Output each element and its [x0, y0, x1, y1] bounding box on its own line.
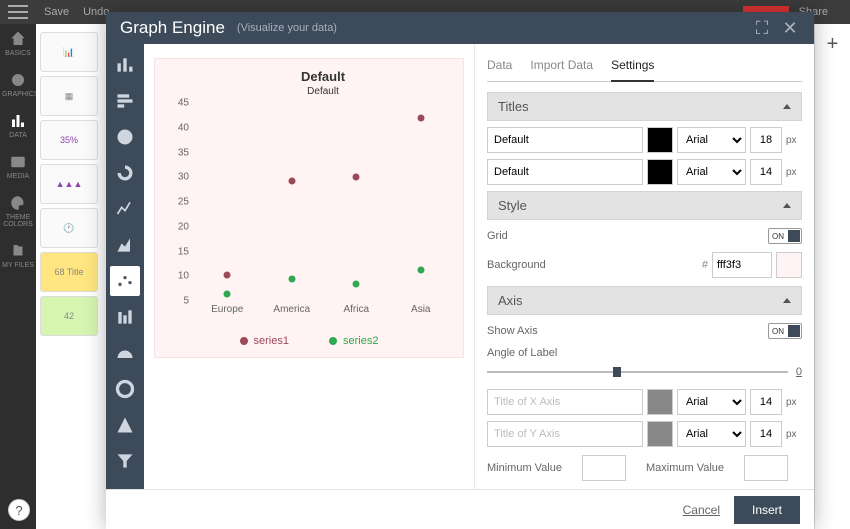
chart-type-donut-icon[interactable]: [110, 158, 140, 188]
right-addbar: +: [814, 24, 850, 529]
chart-type-stacked-icon[interactable]: [110, 302, 140, 332]
subtitle-input[interactable]: [487, 159, 643, 185]
nav-graphics[interactable]: GRAPHICS: [2, 71, 34, 98]
subtitle-font-select[interactable]: Arial: [677, 159, 746, 185]
subtitle-size-input[interactable]: [750, 159, 782, 185]
gallery-item[interactable]: ▦: [40, 76, 98, 116]
chart-type-halfdonut-icon[interactable]: [110, 338, 140, 368]
chart-title: Default: [195, 69, 451, 84]
show-axis-label: Show Axis: [487, 325, 538, 337]
hamburger-icon[interactable]: [8, 5, 28, 19]
tab-data[interactable]: Data: [487, 54, 512, 81]
nav-theme-colors[interactable]: THEME COLORS: [2, 194, 34, 228]
chevron-up-icon: [783, 104, 791, 109]
nav-data[interactable]: DATA: [2, 112, 34, 139]
chart-gallery: 📊 ▦ 35% ▲▲▲ 🕐 68 Title 42: [36, 24, 106, 529]
y-axis-size-input[interactable]: [750, 421, 782, 447]
min-value-input[interactable]: [582, 455, 626, 481]
px-label: px: [786, 429, 802, 440]
angle-value: 0: [796, 366, 802, 378]
add-button[interactable]: +: [819, 30, 847, 58]
modal-title: Graph Engine: [120, 18, 225, 38]
max-value-input[interactable]: [744, 455, 788, 481]
section-style[interactable]: Style: [487, 191, 802, 220]
px-label: px: [786, 397, 802, 408]
y-axis-title-input[interactable]: [487, 421, 643, 447]
settings-tabs: Data Import Data Settings: [487, 54, 802, 82]
tab-import-data[interactable]: Import Data: [530, 54, 593, 81]
expand-icon[interactable]: ⛶: [752, 18, 772, 38]
title-input[interactable]: [487, 127, 643, 153]
help-button[interactable]: ?: [8, 499, 30, 521]
chevron-up-icon: [783, 203, 791, 208]
chart-type-funnel-icon[interactable]: [110, 446, 140, 476]
show-axis-toggle[interactable]: ON: [768, 323, 802, 339]
chart-type-pie-icon[interactable]: [110, 122, 140, 152]
modal-header: Graph Engine (Visualize your data) ⛶ ✕: [106, 12, 814, 44]
nav-my-files[interactable]: MY FILES: [2, 242, 34, 269]
chart-type-hbar-icon[interactable]: [110, 86, 140, 116]
close-icon[interactable]: ✕: [780, 18, 800, 38]
angle-label: Angle of Label: [487, 347, 802, 359]
chart-subtitle: Default: [195, 86, 451, 97]
left-nav: BASICS GRAPHICS DATA MEDIA THEME COLORS …: [0, 24, 36, 529]
title-color-picker[interactable]: [647, 127, 673, 153]
subtitle-color-picker[interactable]: [647, 159, 673, 185]
chart-legend: series1series2: [155, 335, 463, 347]
section-titles[interactable]: Titles: [487, 92, 802, 121]
title-size-input[interactable]: [750, 127, 782, 153]
angle-slider[interactable]: [487, 365, 788, 379]
chart-type-scatter-icon[interactable]: [110, 266, 140, 296]
grid-toggle[interactable]: ON: [768, 228, 802, 244]
gallery-item[interactable]: 🕐: [40, 208, 98, 248]
chart-type-column: [106, 44, 144, 489]
max-value-label: Maximum Value: [646, 462, 724, 474]
gallery-item[interactable]: ▲▲▲: [40, 164, 98, 204]
chevron-up-icon: [783, 298, 791, 303]
grid-label: Grid: [487, 230, 508, 242]
cancel-button[interactable]: Cancel: [683, 503, 720, 517]
nav-basics[interactable]: BASICS: [2, 30, 34, 57]
chart-type-pyramid-icon[interactable]: [110, 410, 140, 440]
graph-engine-modal: Graph Engine (Visualize your data) ⛶ ✕ D…: [106, 12, 814, 529]
settings-panel: Data Import Data Settings Titles Arial p…: [474, 44, 814, 489]
tab-settings[interactable]: Settings: [611, 54, 654, 82]
chart-type-bar-icon[interactable]: [110, 50, 140, 80]
section-axis[interactable]: Axis: [487, 286, 802, 315]
px-label: px: [786, 167, 802, 178]
background-color-swatch[interactable]: [776, 252, 802, 278]
chart-preview: Default Default series1series2 510152025…: [144, 44, 474, 489]
gallery-item[interactable]: 68 Title: [40, 252, 98, 292]
x-axis-title-input[interactable]: [487, 389, 643, 415]
px-label: px: [786, 135, 802, 146]
gallery-item[interactable]: 📊: [40, 32, 98, 72]
x-axis-color-picker[interactable]: [647, 389, 673, 415]
chart-type-ring-icon[interactable]: [110, 374, 140, 404]
save-button[interactable]: Save: [44, 6, 69, 18]
modal-subtitle: (Visualize your data): [237, 22, 337, 34]
chart-type-line-icon[interactable]: [110, 194, 140, 224]
modal-footer: Cancel Insert: [106, 489, 814, 529]
hash-label: #: [702, 259, 708, 271]
x-axis-size-input[interactable]: [750, 389, 782, 415]
y-axis-font-select[interactable]: Arial: [677, 421, 746, 447]
nav-media[interactable]: MEDIA: [2, 153, 34, 180]
gallery-item[interactable]: 35%: [40, 120, 98, 160]
insert-button[interactable]: Insert: [734, 496, 800, 524]
title-font-select[interactable]: Arial: [677, 127, 746, 153]
chart-canvas: Default Default series1series2 510152025…: [154, 58, 464, 358]
min-value-label: Minimum Value: [487, 462, 562, 474]
x-axis-font-select[interactable]: Arial: [677, 389, 746, 415]
gallery-item[interactable]: 42: [40, 296, 98, 336]
background-hex-input[interactable]: [712, 252, 772, 278]
background-label: Background: [487, 259, 546, 271]
chart-type-area-icon[interactable]: [110, 230, 140, 260]
y-axis-color-picker[interactable]: [647, 421, 673, 447]
